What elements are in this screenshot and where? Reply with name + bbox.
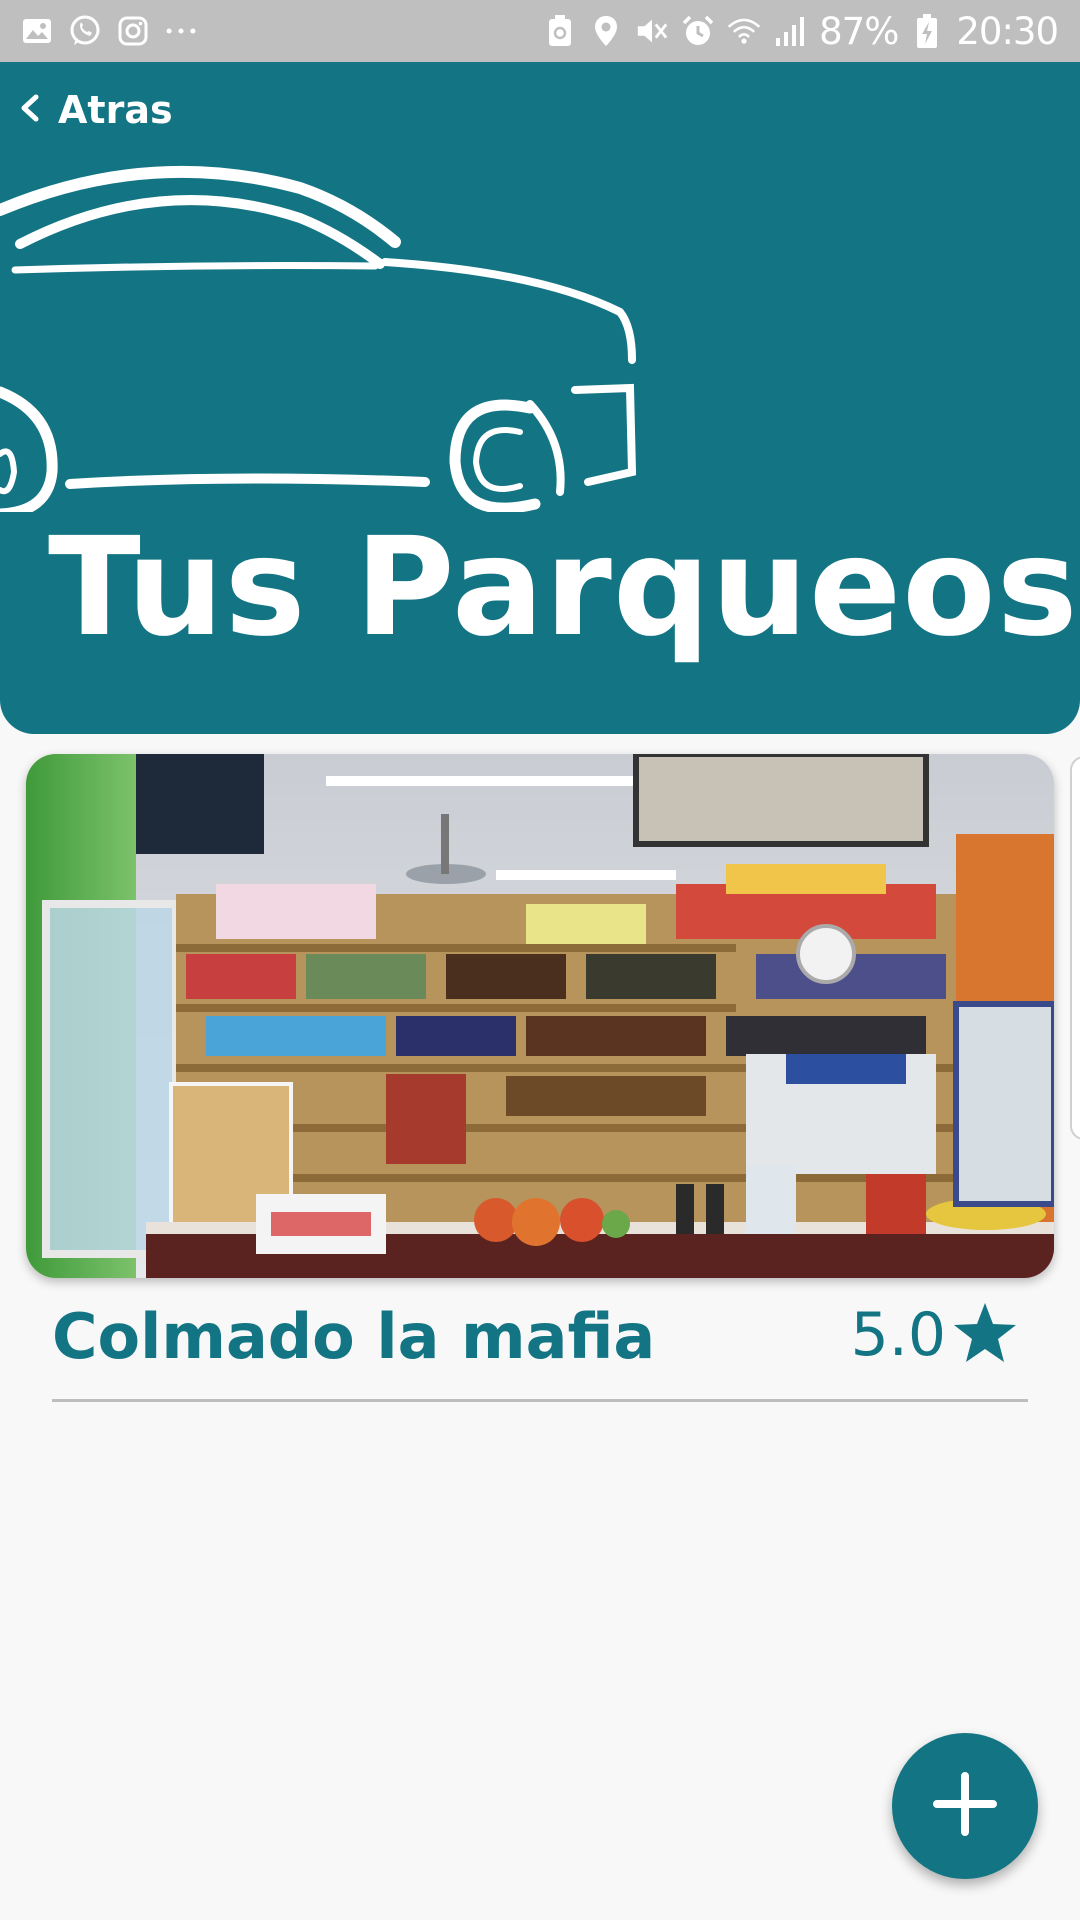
wifi-icon xyxy=(727,14,761,48)
list-divider xyxy=(52,1399,1028,1402)
plus-icon xyxy=(933,1772,997,1840)
status-bar-system: 87% 20:30 xyxy=(543,8,1059,54)
car-icon xyxy=(0,165,637,512)
gallery-icon xyxy=(20,14,54,48)
battery-charging-icon xyxy=(910,14,944,48)
page-title: Tus Parqueos xyxy=(48,509,1079,667)
store-photo-illustration xyxy=(26,754,1054,1278)
add-parking-button[interactable] xyxy=(892,1733,1038,1879)
next-card-peek[interactable] xyxy=(1070,756,1080,1140)
recycle-icon xyxy=(543,14,577,48)
location-icon xyxy=(589,14,623,48)
mute-icon xyxy=(635,14,669,48)
parking-photo[interactable] xyxy=(26,754,1054,1278)
battery-percent: 87% xyxy=(819,9,899,53)
parking-rating: 5.0 xyxy=(851,1300,1018,1370)
back-button[interactable]: Atras xyxy=(16,88,173,132)
star-icon xyxy=(952,1301,1018,1369)
status-bar-notifications xyxy=(20,10,198,52)
back-label: Atras xyxy=(58,88,173,132)
status-time: 20:30 xyxy=(956,9,1059,53)
signal-icon xyxy=(773,14,807,48)
whatsapp-icon xyxy=(68,14,102,48)
alarm-icon xyxy=(681,14,715,48)
parking-name[interactable]: Colmado la mafia xyxy=(52,1300,655,1373)
chevron-left-icon xyxy=(16,91,44,129)
status-bar: 87% 20:30 xyxy=(0,0,1080,62)
instagram-icon xyxy=(116,14,150,48)
more-notifications-icon xyxy=(164,14,198,48)
rating-value: 5.0 xyxy=(850,1300,946,1370)
header: Atras Tus Parqueos xyxy=(0,62,1080,734)
